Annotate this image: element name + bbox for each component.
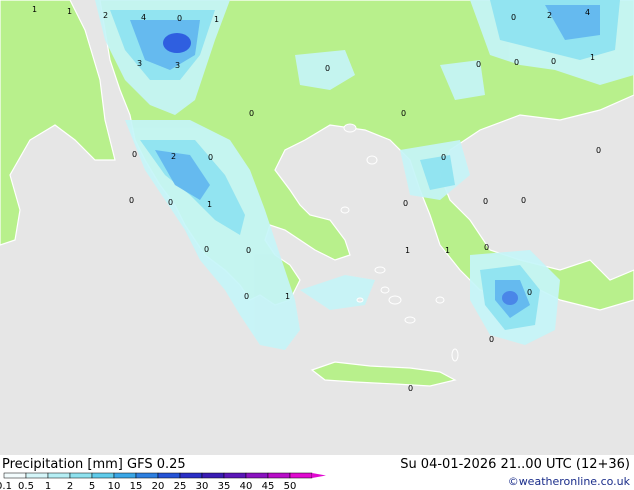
point-value: 0 xyxy=(244,292,249,301)
point-value: 2 xyxy=(171,152,176,161)
point-value: 0 xyxy=(401,109,406,118)
legend-label: 25 xyxy=(174,481,187,490)
precipitation-legend: 0.10.5125101520253035404550 xyxy=(0,472,326,490)
source-credit: ©weatheronline.co.uk xyxy=(507,475,630,488)
point-value: 0 xyxy=(514,58,519,67)
legend-label: 2 xyxy=(67,481,73,490)
point-value: 0 xyxy=(208,153,213,162)
point-value: 1 xyxy=(207,200,212,209)
point-value: 1 xyxy=(285,292,290,301)
point-value: 4 xyxy=(141,13,146,22)
legend-swatch xyxy=(201,472,225,479)
point-value: 0 xyxy=(168,198,173,207)
point-value: 0 xyxy=(408,384,413,393)
legend-swatch xyxy=(289,472,313,479)
legend-swatch xyxy=(135,472,159,479)
legend-label: 0.5 xyxy=(18,481,34,490)
point-value: 1 xyxy=(590,53,595,62)
legend-swatch xyxy=(25,472,49,479)
legend-swatch xyxy=(3,472,27,479)
point-value: 0 xyxy=(246,246,251,255)
legend-label: 0.1 xyxy=(0,481,12,490)
forecast-datetime: Su 04-01-2026 21..00 UTC (12+36) xyxy=(400,457,630,472)
legend-swatch xyxy=(91,472,115,479)
point-value: 1 xyxy=(67,7,72,16)
point-value: 3 xyxy=(137,59,142,68)
point-value: 1 xyxy=(445,246,450,255)
legend-label: 50 xyxy=(284,481,297,490)
legend-label: 15 xyxy=(130,481,143,490)
point-value: 0 xyxy=(129,196,134,205)
legend-swatch xyxy=(113,472,137,479)
point-value: 0 xyxy=(596,146,601,155)
point-value: 0 xyxy=(521,196,526,205)
map-title: Precipitation [mm] GFS 0.25 xyxy=(2,457,186,472)
legend-label: 40 xyxy=(240,481,253,490)
map-footer: Precipitation [mm] GFS 0.25 Su 04-01-202… xyxy=(0,455,634,490)
legend-label: 10 xyxy=(108,481,121,490)
point-value: 2 xyxy=(547,11,552,20)
point-value: 0 xyxy=(204,245,209,254)
point-value: 0 xyxy=(527,288,532,297)
point-value: 0 xyxy=(132,150,137,159)
point-value: 2 xyxy=(103,11,108,20)
point-value: 1 xyxy=(32,5,37,14)
legend-label: 30 xyxy=(196,481,209,490)
point-value: 0 xyxy=(551,57,556,66)
point-value: 0 xyxy=(177,14,182,23)
point-value: 0 xyxy=(483,197,488,206)
point-value: 4 xyxy=(585,8,590,17)
legend-swatch xyxy=(223,472,247,479)
legend-swatch xyxy=(267,472,291,479)
legend-label: 35 xyxy=(218,481,231,490)
legend-swatch xyxy=(69,472,93,479)
point-value: 0 xyxy=(489,335,494,344)
legend-label: 45 xyxy=(262,481,275,490)
legend-label: 5 xyxy=(89,481,95,490)
legend-swatch xyxy=(157,472,181,479)
legend-label: 20 xyxy=(152,481,165,490)
point-value: 0 xyxy=(476,60,481,69)
point-value: 3 xyxy=(175,61,180,70)
legend-swatch xyxy=(179,472,203,479)
point-value: 0 xyxy=(484,243,489,252)
point-value: 1 xyxy=(405,246,410,255)
point-value: 0 xyxy=(403,199,408,208)
legend-swatch xyxy=(47,472,71,479)
legend-swatch xyxy=(245,472,269,479)
point-value: 0 xyxy=(511,13,516,22)
legend-label: 1 xyxy=(45,481,51,490)
legend-arrow xyxy=(312,473,326,478)
precipitation-map: 1 1 2 4 0 1 0 2 4 3 3 1 0 0 0 0 0 0 2 0 … xyxy=(0,0,634,455)
point-value: 0 xyxy=(249,109,254,118)
point-value: 0 xyxy=(325,64,330,73)
point-value: 1 xyxy=(214,15,219,24)
point-value: 0 xyxy=(441,153,446,162)
